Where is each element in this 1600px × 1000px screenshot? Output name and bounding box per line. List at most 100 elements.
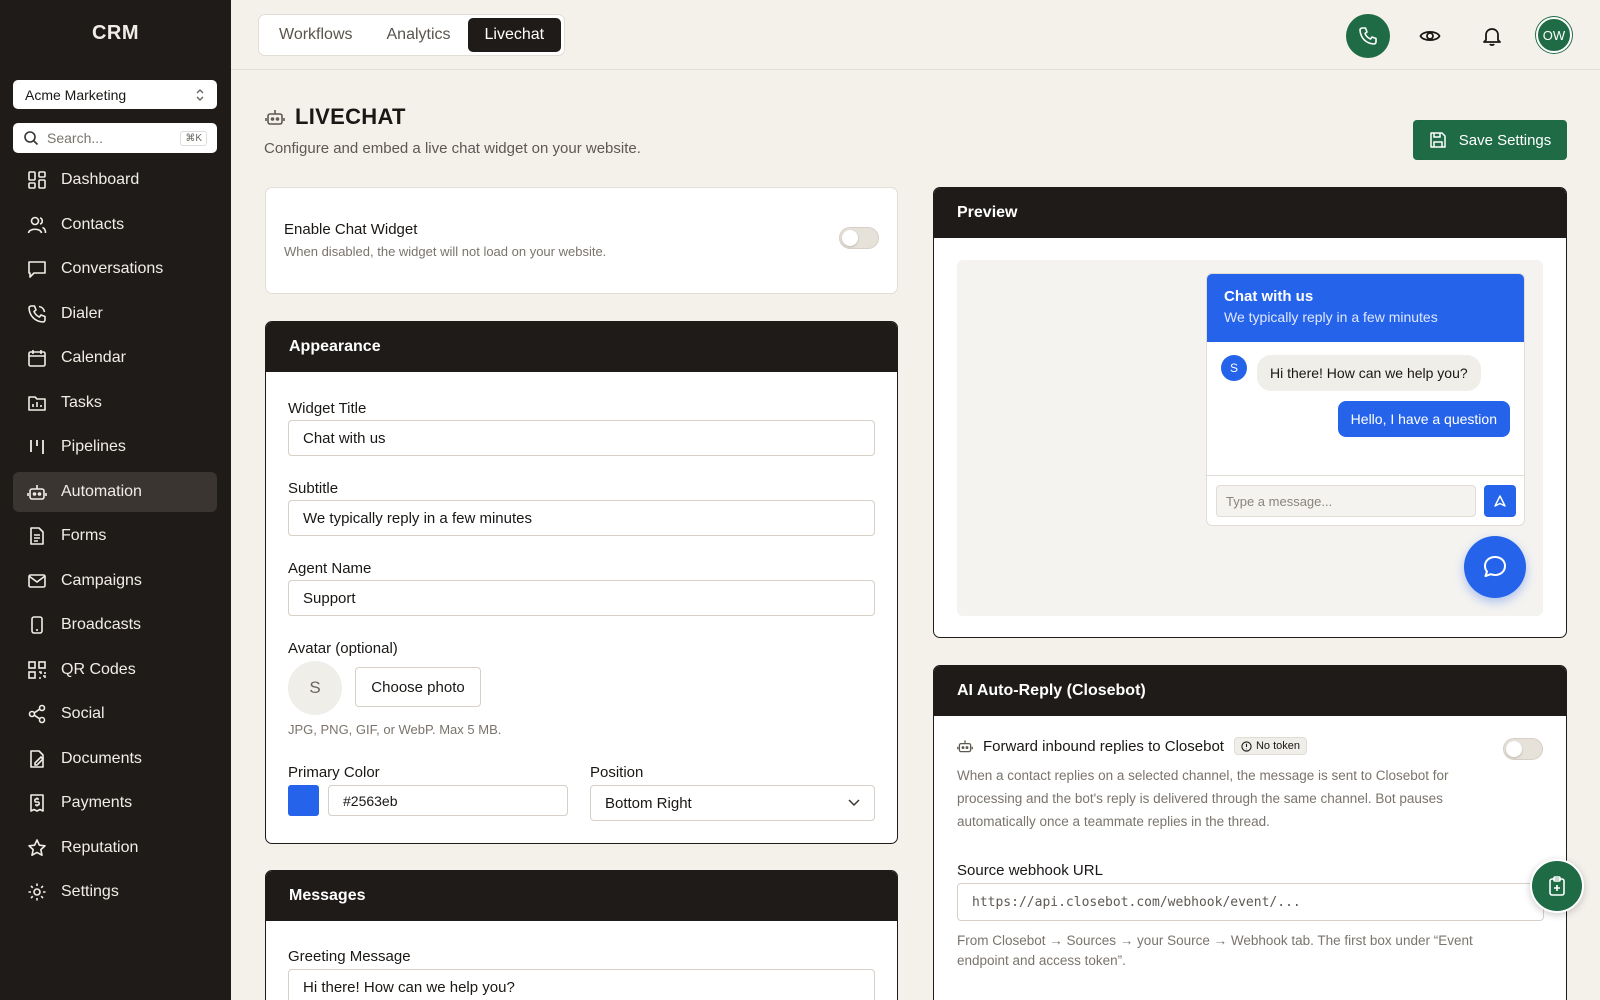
form-icon <box>30 527 44 545</box>
avatar-label: Avatar (optional) <box>288 640 398 657</box>
preview-button[interactable] <box>1408 14 1452 58</box>
save-settings-button[interactable]: Save Settings <box>1413 120 1567 160</box>
chat-send-button[interactable] <box>1484 485 1516 517</box>
messages-card: Messages Greeting Message Hi there! How … <box>265 870 898 1000</box>
primary-color-input[interactable]: #2563eb <box>328 785 568 816</box>
position-select[interactable]: Bottom Right <box>590 785 875 821</box>
agent-message-bubble: Hi there! How can we help you? <box>1257 355 1481 391</box>
sidebar-item-qr-codes[interactable]: QR Codes <box>13 650 217 690</box>
document-icon <box>30 749 45 768</box>
sidebar-item-conversations[interactable]: Conversations <box>13 249 217 289</box>
save-settings-label: Save Settings <box>1458 131 1552 149</box>
agent-avatar: S <box>1221 355 1247 381</box>
phone-icon <box>1359 27 1377 45</box>
sidebar-item-label: Payments <box>61 794 133 811</box>
pipeline-icon <box>30 440 44 454</box>
workspace-name: Acme Marketing <box>25 86 127 103</box>
star-icon <box>28 838 46 856</box>
avatar-hint: JPG, PNG, GIF, or WebP. Max 5 MB. <box>288 722 502 737</box>
sidebar-item-payments[interactable]: Payments <box>13 783 217 823</box>
choose-photo-button[interactable]: Choose photo <box>355 667 481 707</box>
eye-icon <box>1419 30 1441 42</box>
enable-widget-description: When disabled, the widget will not load … <box>284 244 607 259</box>
sidebar-item-documents[interactable]: Documents <box>13 739 217 779</box>
sidebar-item-label: Calendar <box>61 349 126 366</box>
users-icon <box>27 216 47 233</box>
user-avatar[interactable]: OW <box>1536 17 1572 53</box>
sidebar-item-label: Settings <box>61 883 119 900</box>
workspace-selector[interactable]: Acme Marketing <box>13 80 217 109</box>
call-button[interactable] <box>1346 14 1390 58</box>
chat-widget-window: Chat with us We typically reply in a few… <box>1206 273 1525 526</box>
tab-analytics[interactable]: Analytics <box>370 18 468 52</box>
bell-icon <box>1483 28 1501 46</box>
sidebar-item-social[interactable]: Social <box>13 694 217 734</box>
message-icon <box>28 261 46 278</box>
qr-icon <box>28 660 46 679</box>
position-label: Position <box>590 764 644 781</box>
clipboard-add-icon <box>1549 876 1565 896</box>
chevron-down-icon <box>848 799 860 807</box>
chat-launcher-button[interactable] <box>1464 536 1526 598</box>
tab-livechat[interactable]: Livechat <box>467 18 562 52</box>
primary-color-label: Primary Color <box>288 764 380 781</box>
sidebar-item-label: Broadcasts <box>61 616 142 633</box>
webhook-url-input[interactable]: https://api.closebot.com/webhook/event/.… <box>957 883 1544 921</box>
robot-icon <box>27 484 47 500</box>
sidebar-item-reputation[interactable]: Reputation <box>13 828 217 868</box>
sidebar-item-settings[interactable]: Settings <box>13 872 217 912</box>
page-subtitle: Configure and embed a live chat widget o… <box>264 140 641 157</box>
sidebar-item-label: Dashboard <box>61 171 140 188</box>
search-icon <box>24 131 39 146</box>
sidebar-item-label: Automation <box>61 482 142 500</box>
sidebar-item-dialer[interactable]: Dialer <box>13 294 217 334</box>
greeting-input[interactable]: Hi there! How can we help you? <box>288 969 875 1000</box>
sidebar-search[interactable]: Search... ⌘K <box>13 123 217 153</box>
sidebar-item-campaigns[interactable]: Campaigns <box>13 561 217 601</box>
sidebar: CRM Acme Marketing Search... ⌘K Dashboar… <box>0 0 231 1000</box>
forward-replies-label: Forward inbound replies to Closebot <box>983 737 1224 755</box>
agent-name-input[interactable]: Support <box>288 580 875 616</box>
enable-widget-card: Enable Chat Widget When disabled, the wi… <box>265 187 898 294</box>
save-icon <box>1429 132 1446 148</box>
forward-replies-toggle[interactable] <box>1503 738 1543 760</box>
widget-title-input[interactable]: Chat with us <box>288 420 875 456</box>
tab-workflows[interactable]: Workflows <box>262 18 370 52</box>
webhook-url-hint: From Closebot → Sources → your Source → … <box>957 933 1473 968</box>
sidebar-item-contacts[interactable]: Contacts <box>13 205 217 245</box>
sidebar-item-broadcasts[interactable]: Broadcasts <box>13 605 217 645</box>
primary-color-swatch[interactable] <box>288 785 319 816</box>
chat-bubble-icon <box>1484 556 1506 577</box>
appearance-heading: Appearance <box>266 322 897 372</box>
enable-widget-toggle[interactable] <box>839 227 879 249</box>
subtitle-input[interactable]: We typically reply in a few minutes <box>288 500 875 536</box>
notifications-button[interactable] <box>1470 14 1514 58</box>
messages-heading: Messages <box>266 871 897 921</box>
sidebar-item-pipelines[interactable]: Pipelines <box>13 427 217 467</box>
sidebar-item-forms[interactable]: Forms <box>13 516 217 556</box>
chat-input-row: Type a message... <box>1207 475 1524 525</box>
sidebar-item-label: Campaigns <box>61 571 142 589</box>
sidebar-item-tasks[interactable]: Tasks <box>13 383 217 423</box>
agent-name-label: Agent Name <box>288 560 372 577</box>
position-value: Bottom Right <box>605 794 692 812</box>
chat-widget-header: Chat with us We typically reply in a few… <box>1207 274 1524 342</box>
clipboard-fab-button[interactable] <box>1530 859 1584 913</box>
enable-widget-title: Enable Chat Widget <box>284 221 418 238</box>
receipt-icon <box>30 794 44 812</box>
sidebar-item-dashboard[interactable]: Dashboard <box>13 160 217 200</box>
gear-icon <box>28 883 46 901</box>
share-icon <box>28 704 46 724</box>
sidebar-nav: Dashboard Contacts Conversations Dialer … <box>13 160 217 917</box>
greeting-label: Greeting Message <box>288 948 411 965</box>
robot-icon <box>265 110 285 125</box>
folder-icon <box>28 395 46 411</box>
no-token-badge-text: No token <box>1255 740 1300 752</box>
sidebar-item-label: Documents <box>61 749 142 767</box>
sidebar-item-calendar[interactable]: Calendar <box>13 338 217 378</box>
send-icon <box>1494 495 1506 507</box>
chat-message-input[interactable]: Type a message... <box>1216 485 1476 517</box>
sidebar-item-automation[interactable]: Automation <box>13 471 217 512</box>
page-title: LIVECHAT <box>265 104 406 130</box>
page-title-text: LIVECHAT <box>295 104 406 129</box>
